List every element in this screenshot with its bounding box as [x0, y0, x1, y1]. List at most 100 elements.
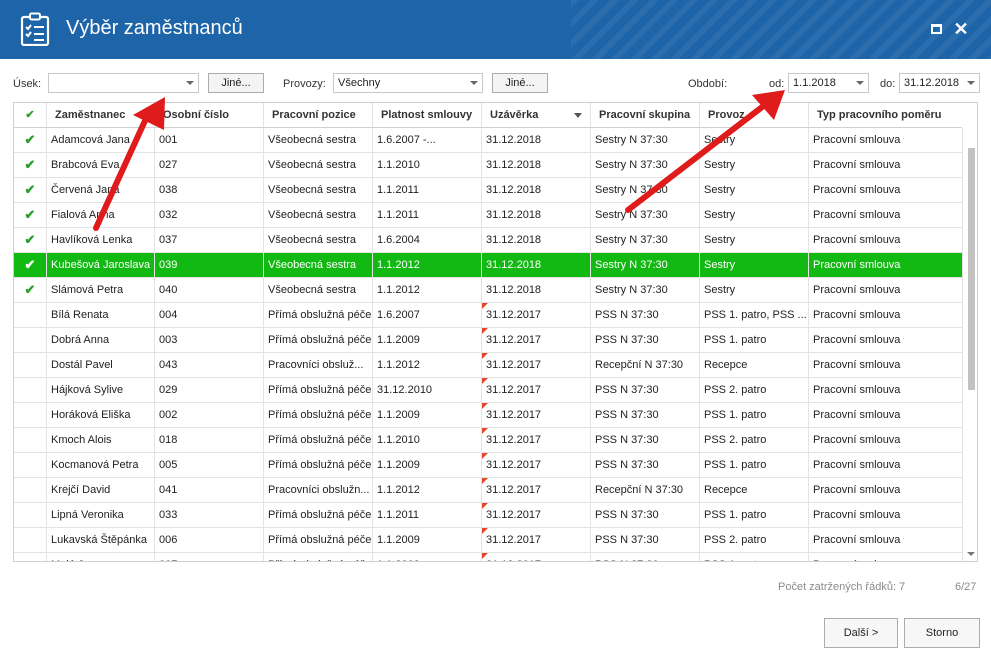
employee-name-cell: Dostál Pavel — [47, 353, 155, 377]
usek-combo[interactable] — [48, 73, 199, 93]
table-row[interactable]: Hájková Sylive 029 Přímá obslužná péče 31.1… — [14, 378, 962, 403]
row-check-cell[interactable] — [14, 403, 47, 427]
row-check-cell[interactable]: ✔ — [14, 203, 47, 227]
table-row[interactable]: ✔ Havlíková Lenka 037 Všeobecná sestra 1.6.2… — [14, 228, 962, 253]
personal-number: 041 — [159, 484, 178, 496]
table-row[interactable]: Lipná Veronika 033 Přímá obslužná péče 1.1.… — [14, 503, 962, 528]
personal-number: 007 — [159, 559, 177, 561]
job-position: Přímá obslužná péče — [268, 384, 372, 396]
row-check-cell[interactable]: ✔ — [14, 278, 47, 302]
personal-number-cell: 003 — [155, 328, 264, 352]
column-header-closing[interactable]: Uzávěrka — [482, 103, 591, 127]
work-group: Sestry N 37:30 — [595, 234, 668, 246]
operation-cell: Sestry — [700, 278, 809, 302]
work-group: Sestry N 37:30 — [595, 284, 668, 296]
row-check-cell[interactable]: ✔ — [14, 128, 47, 152]
table-row[interactable]: ✔ Kubešová Jaroslava 039 Všeobecná sestra 1.… — [14, 253, 962, 278]
work-group-cell: PSS N 37:30 — [591, 403, 700, 427]
job-position-cell: Přímá obslužná péče — [264, 403, 373, 427]
row-check-cell[interactable] — [14, 328, 47, 352]
row-check-cell[interactable]: ✔ — [14, 228, 47, 252]
employment-type-cell: Pracovní smlouva — [809, 453, 962, 477]
date-from-picker[interactable]: 1.1.2018 — [788, 73, 869, 93]
maximize-button[interactable] — [928, 20, 946, 38]
row-check-cell[interactable] — [14, 353, 47, 377]
closing-date-cell: 31.12.2017 — [482, 403, 591, 427]
row-check-cell[interactable]: ✔ — [14, 178, 47, 202]
table-row[interactable]: Dostál Pavel 043 Pracovníci obsluž... 1.1.2… — [14, 353, 962, 378]
row-check-cell[interactable] — [14, 378, 47, 402]
contract-validity: 1.1.2011 — [377, 509, 420, 521]
table-row[interactable]: Bílá Renata 004 Přímá obslužná péče 1.6.200… — [14, 303, 962, 328]
cancel-button[interactable]: Storno — [904, 618, 980, 648]
provozy-other-button[interactable]: Jiné... — [492, 73, 548, 93]
column-header-employee[interactable]: Zaměstnanec — [47, 103, 155, 127]
job-position-cell: Přímá obslužná péče — [264, 328, 373, 352]
operation: Sestry — [704, 209, 736, 221]
next-button[interactable]: Další > — [824, 618, 898, 648]
vertical-scrollbar[interactable] — [962, 128, 977, 561]
employment-type: Pracovní smlouva — [813, 534, 901, 546]
table-row[interactable]: Kocmanová Petra 005 Přímá obslužná péče 1.1… — [14, 453, 962, 478]
contract-validity-cell: 1.1.2011 — [373, 503, 482, 527]
table-row[interactable]: Krejčí David 041 Pracovníci obslužn... 1.1.… — [14, 478, 962, 503]
column-header-number[interactable]: Osobní číslo — [155, 103, 264, 127]
scroll-down-icon[interactable] — [967, 552, 975, 556]
table-row[interactable]: ✔ Fialová Anna 032 Všeobecná sestra 1.1.2011… — [14, 203, 962, 228]
job-position-cell: Všeobecná sestra — [264, 153, 373, 177]
operation: PSS 1. patro — [704, 509, 767, 521]
personal-number-cell: 002 — [155, 403, 264, 427]
job-position: Přímá obslužná péče — [268, 534, 372, 546]
table-row[interactable]: Kmoch Alois 018 Přímá obslužná péče 1.1.201… — [14, 428, 962, 453]
operation-cell: Sestry — [700, 228, 809, 252]
row-check-cell[interactable] — [14, 303, 47, 327]
contract-validity-cell: 1.1.2009 — [373, 453, 482, 477]
row-check-cell[interactable] — [14, 453, 47, 477]
row-check-cell[interactable] — [14, 553, 47, 561]
operation-cell: Sestry — [700, 153, 809, 177]
table-row[interactable]: ✔ Adamcová Jana 001 Všeobecná sestra 1.6.200… — [14, 128, 962, 153]
date-to-picker[interactable]: 31.12.2018 — [899, 73, 980, 93]
closing-date-cell: 31.12.2018 — [482, 278, 591, 302]
row-check-cell[interactable] — [14, 503, 47, 527]
employment-type-cell: Pracovní smlouva — [809, 228, 962, 252]
job-position-cell: Přímá obslužná péče — [264, 528, 373, 552]
table-row[interactable]: ✔ Brabcová Eva 027 Všeobecná sestra 1.1.2010… — [14, 153, 962, 178]
employment-type: Pracovní smlouva — [813, 559, 900, 561]
obdobi-label: Období: — [688, 78, 728, 90]
table-row[interactable]: Malá Jana 007 Přímá obslužná péče 1.1.2009 3… — [14, 553, 962, 561]
personal-number: 040 — [159, 284, 178, 296]
column-header-position[interactable]: Pracovní pozice — [264, 103, 373, 127]
work-group: Sestry N 37:30 — [595, 209, 668, 221]
closing-date-cell: 31.12.2017 — [482, 428, 591, 452]
column-header-employment-type[interactable]: Typ pracovního poměru — [809, 103, 962, 127]
check-all-column[interactable]: ✔ — [14, 103, 47, 127]
column-header-contract[interactable]: Platnost smlouvy — [373, 103, 482, 127]
closing-date-cell: 31.12.2018 — [482, 128, 591, 152]
job-position: Přímá obslužná péče — [268, 559, 371, 561]
close-button[interactable]: ✕ — [952, 20, 970, 38]
row-check-cell[interactable]: ✔ — [14, 253, 47, 277]
table-row[interactable]: ✔ Slámová Petra 040 Všeobecná sestra 1.1.201… — [14, 278, 962, 303]
row-check-cell[interactable]: ✔ — [14, 153, 47, 177]
row-check-cell[interactable] — [14, 528, 47, 552]
column-header-group[interactable]: Pracovní skupina — [591, 103, 700, 127]
employment-type-cell: Pracovní smlouva — [809, 528, 962, 552]
scrollbar-thumb[interactable] — [968, 148, 975, 390]
provozy-combo[interactable]: Všechny — [333, 73, 483, 93]
row-check-cell[interactable] — [14, 428, 47, 452]
operation-cell: Sestry — [700, 178, 809, 202]
table-row[interactable]: Dobrá Anna 003 Přímá obslužná péče 1.1.2009… — [14, 328, 962, 353]
table-row[interactable]: Horáková Eliška 002 Přímá obslužná péče 1.1… — [14, 403, 962, 428]
usek-other-button[interactable]: Jiné... — [208, 73, 264, 93]
employee-name: Adamcová Jana — [51, 134, 130, 146]
table-row[interactable]: ✔ Červená Jana 038 Všeobecná sestra 1.1.2011… — [14, 178, 962, 203]
employee-grid[interactable]: ✔ Zaměstnanec Osobní číslo Pracovní pozi… — [13, 102, 978, 562]
column-header-operation[interactable]: Provoz — [700, 103, 809, 127]
closing-date-cell: 31.12.2017 — [482, 303, 591, 327]
sort-descending-icon — [574, 113, 582, 118]
table-row[interactable]: Lukavská Štěpánka 006 Přímá obslužná péče 1… — [14, 528, 962, 553]
row-check-cell[interactable] — [14, 478, 47, 502]
employee-name: Lukavská Štěpánka — [51, 534, 148, 546]
work-group: Recepční N 37:30 — [595, 484, 684, 496]
